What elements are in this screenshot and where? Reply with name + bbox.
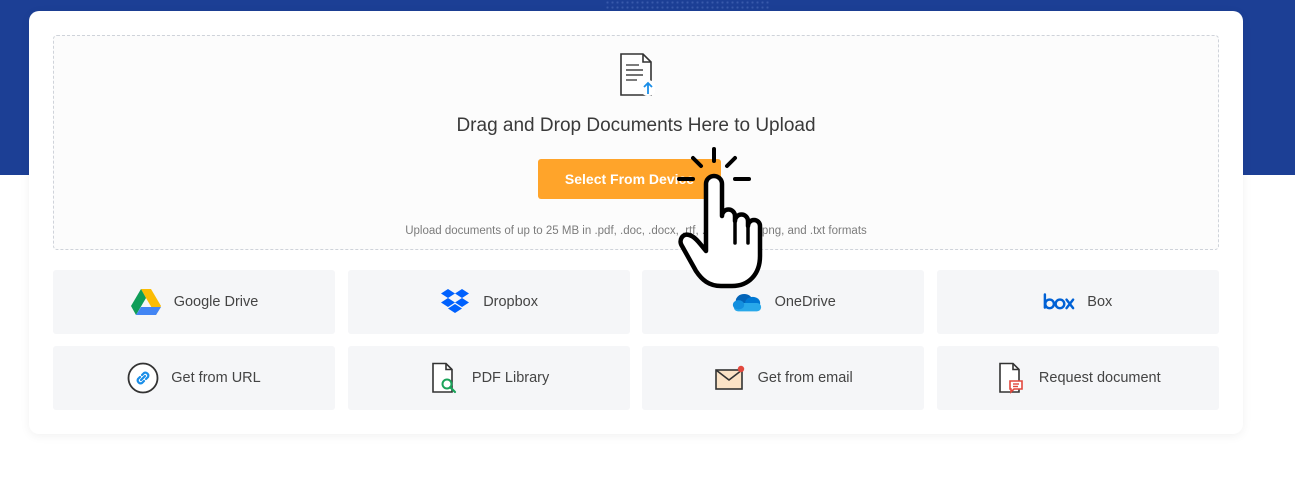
drop-zone[interactable]: Drag and Drop Documents Here to Upload S… [53, 35, 1219, 250]
source-dropbox[interactable]: Dropbox [347, 270, 630, 334]
source-label: Request document [1038, 370, 1161, 386]
source-label: PDF Library [471, 370, 550, 386]
request-document-icon [995, 362, 1027, 394]
source-label: Dropbox [483, 294, 538, 310]
link-icon [127, 362, 159, 394]
source-pdf-library[interactable]: PDF Library [347, 346, 630, 410]
upload-card: Drag and Drop Documents Here to Upload S… [29, 11, 1243, 434]
upload-sources: Google Drive Dropbox OneDrive Box Get fr… [53, 270, 1219, 410]
box-icon [1043, 286, 1075, 318]
source-label: Get from URL [171, 370, 261, 386]
source-email[interactable]: Get from email [642, 346, 925, 410]
source-request-document[interactable]: Request document [936, 346, 1219, 410]
drop-zone-title: Drag and Drop Documents Here to Upload [456, 115, 816, 136]
select-from-device-button[interactable]: Select From Device [538, 159, 721, 199]
dropbox-icon [439, 286, 471, 318]
source-box[interactable]: Box [936, 270, 1219, 334]
source-label: Get from email [757, 370, 853, 386]
source-label: Google Drive [173, 294, 259, 310]
source-google-drive[interactable]: Google Drive [53, 270, 335, 334]
source-label: Box [1087, 294, 1113, 310]
upload-format-hint: Upload documents of up to 25 MB in .pdf,… [405, 225, 867, 237]
upload-document-icon [620, 53, 655, 96]
header-pattern [605, 0, 770, 10]
google-drive-icon [130, 286, 162, 318]
source-url[interactable]: Get from URL [53, 346, 335, 410]
email-icon [714, 362, 746, 394]
pdf-library-icon [428, 362, 460, 394]
source-label: OneDrive [774, 294, 836, 310]
onedrive-icon [731, 286, 763, 318]
source-onedrive[interactable]: OneDrive [642, 270, 925, 334]
